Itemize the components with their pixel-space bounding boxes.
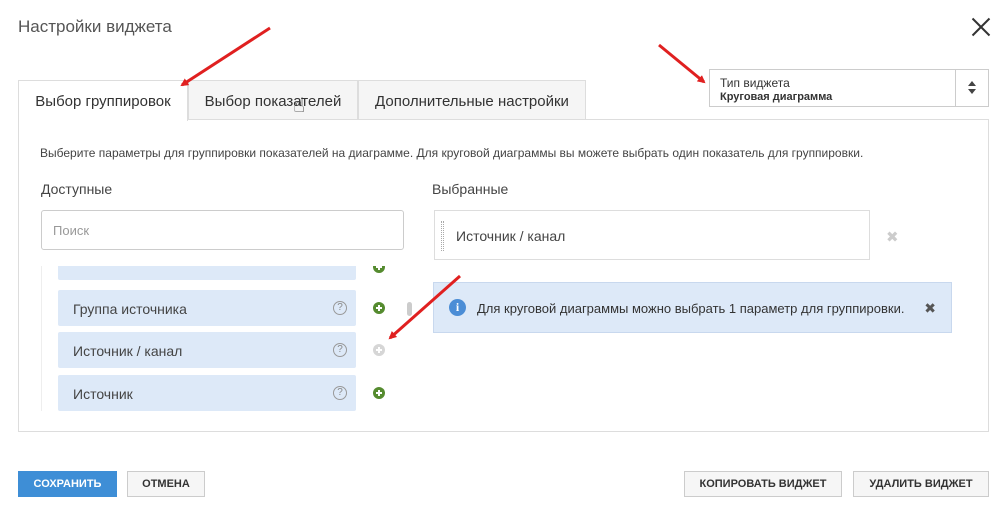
drag-handle-icon[interactable] (441, 221, 444, 251)
delete-widget-button[interactable]: УДАЛИТЬ ВИДЖЕТ (853, 471, 989, 497)
search-input[interactable] (41, 210, 404, 250)
list-item[interactable]: Источник ? (58, 375, 356, 411)
add-icon[interactable] (373, 266, 385, 273)
info-message: i Для круговой диаграммы можно выбрать 1… (433, 282, 952, 333)
selected-title: Выбранные (432, 181, 509, 197)
info-text: Для круговой диаграммы можно выбрать 1 п… (477, 301, 905, 316)
list-item-label: Источник (73, 386, 133, 402)
dialog-title: Настройки виджета (18, 17, 172, 36)
selected-item[interactable]: Источник / канал (434, 210, 870, 260)
help-icon[interactable]: ? (333, 301, 347, 315)
sort-arrows-icon[interactable] (955, 70, 988, 106)
close-icon[interactable] (970, 16, 992, 38)
annotation-arrow (658, 43, 706, 84)
help-icon[interactable]: ? (333, 343, 347, 357)
selected-item-label: Источник / канал (456, 228, 566, 244)
list-item-label: Группа источника (73, 301, 187, 317)
remove-icon[interactable]: ✖ (886, 228, 899, 246)
save-button[interactable]: СОХРАНИТЬ (18, 471, 117, 497)
info-icon: i (449, 299, 466, 316)
list-scrollbar[interactable] (407, 302, 412, 316)
tab-additional-settings[interactable]: Дополнительные настройки (358, 80, 586, 120)
list-item[interactable]: Источник / канал ? (58, 332, 356, 368)
list-item[interactable]: Группа источника ? (58, 290, 356, 326)
hand-cursor-icon: ☝ (293, 95, 306, 117)
groupings-panel: Выберите параметры для группировки показ… (18, 119, 989, 432)
widget-type-value: Круговая диаграмма (720, 91, 833, 103)
tab-groupings[interactable]: Выбор группировок (18, 80, 188, 121)
add-icon[interactable] (373, 387, 385, 399)
add-icon-disabled (373, 344, 385, 356)
copy-widget-button[interactable]: КОПИРОВАТЬ ВИДЖЕТ (684, 471, 842, 497)
add-icon[interactable] (373, 302, 385, 314)
available-list[interactable]: Группа источника ? Источник / канал ? Ис… (41, 266, 397, 411)
list-item-label: Источник / канал (73, 343, 183, 359)
tab-metrics[interactable]: Выбор показателей (188, 80, 358, 120)
list-item-partial[interactable] (58, 266, 356, 280)
annotation-arrow (180, 26, 271, 87)
available-title: Доступные (41, 181, 113, 197)
panel-hint: Выберите параметры для группировки показ… (40, 146, 864, 160)
widget-type-select[interactable]: Тип виджета Круговая диаграмма (709, 69, 989, 107)
help-icon[interactable]: ? (333, 386, 347, 400)
cancel-button[interactable]: ОТМЕНА (127, 471, 205, 497)
close-info-icon[interactable]: ✖ (924, 300, 936, 317)
widget-type-label: Тип виджета (720, 76, 790, 90)
